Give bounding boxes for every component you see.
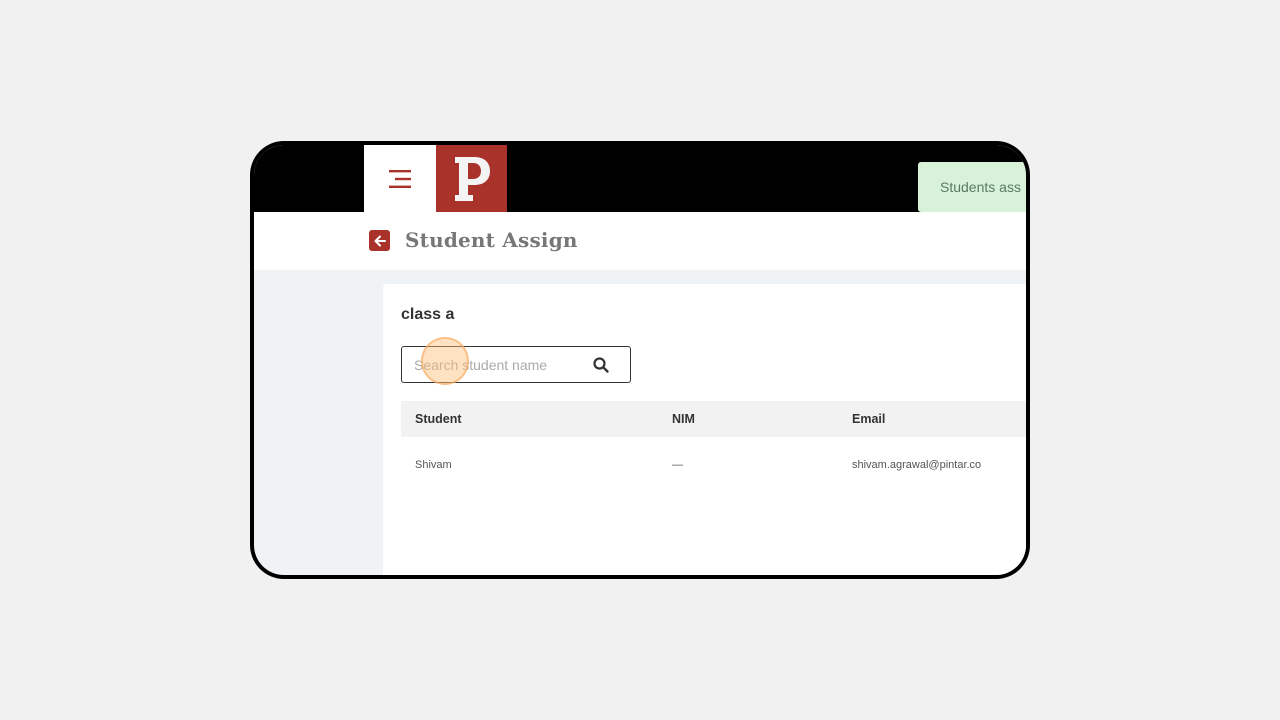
column-header-nim[interactable]: NIM bbox=[672, 401, 695, 437]
column-header-email[interactable]: Email bbox=[852, 401, 885, 437]
cell-student: Shivam bbox=[415, 459, 452, 471]
student-table: Student NIM Email Shivam — shivam.agrawa… bbox=[401, 401, 1026, 493]
column-header-student[interactable]: Student bbox=[415, 401, 462, 437]
table-header: Student NIM Email bbox=[401, 401, 1026, 437]
class-card: class a Student NIM Email Shivam — bbox=[383, 284, 1026, 575]
page-header: Student Assign bbox=[254, 212, 1026, 270]
hamburger-menu-icon bbox=[389, 169, 411, 188]
app-screen: Students ass Student Assign class a Sear… bbox=[254, 145, 1026, 575]
page-title: Student Assign bbox=[405, 228, 578, 252]
search-input[interactable] bbox=[402, 347, 582, 382]
arrow-left-icon bbox=[374, 235, 386, 246]
back-button[interactable] bbox=[369, 230, 390, 251]
top-navbar: Students ass bbox=[254, 145, 1026, 212]
table-row[interactable]: Shivam — shivam.agrawal@pintar.co bbox=[401, 437, 1026, 493]
success-toast: Students ass bbox=[918, 162, 1026, 212]
menu-button[interactable] bbox=[364, 145, 436, 212]
device-frame: Students ass Student Assign class a Sear… bbox=[250, 141, 1030, 579]
class-name: class a bbox=[401, 306, 455, 323]
student-search bbox=[401, 346, 631, 383]
search-icon[interactable] bbox=[592, 356, 610, 374]
cell-email: shivam.agrawal@pintar.co bbox=[852, 459, 982, 471]
p-logo-icon bbox=[454, 156, 490, 201]
cell-nim: — bbox=[672, 459, 683, 471]
logo[interactable] bbox=[436, 145, 507, 212]
